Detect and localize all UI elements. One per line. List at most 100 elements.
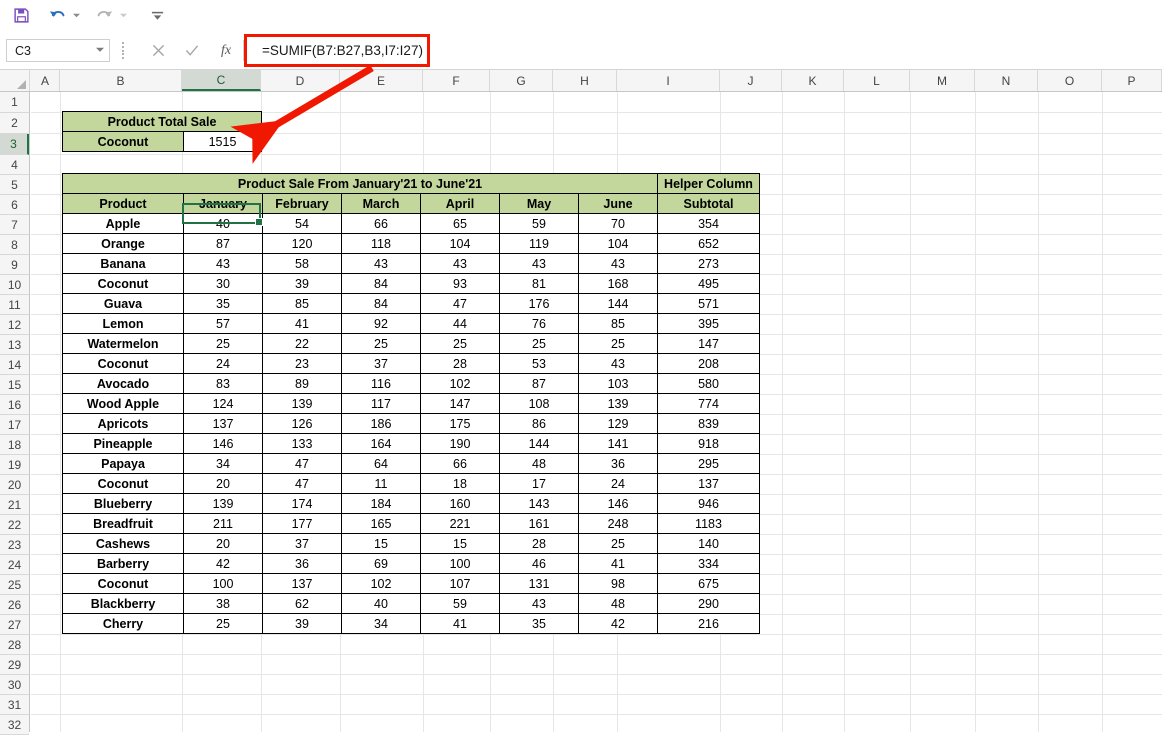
month-value-cell[interactable]: 137 <box>262 573 342 594</box>
month-value-cell[interactable]: 87 <box>499 373 579 394</box>
product-name-cell[interactable]: Coconut <box>62 573 184 594</box>
month-value-cell[interactable]: 139 <box>262 393 342 414</box>
month-value-cell[interactable]: 54 <box>262 213 342 234</box>
row-header-16[interactable]: 16 <box>0 395 29 415</box>
month-value-cell[interactable]: 43 <box>578 253 658 274</box>
row-header-4[interactable]: 4 <box>0 155 29 175</box>
row-header-28[interactable]: 28 <box>0 635 29 655</box>
month-value-cell[interactable]: 147 <box>420 393 500 414</box>
subtotal-cell[interactable]: 208 <box>657 353 760 374</box>
column-header-h[interactable]: H <box>553 70 617 91</box>
row-header-19[interactable]: 19 <box>0 455 29 475</box>
row-header-5[interactable]: 5 <box>0 175 29 195</box>
month-value-cell[interactable]: 25 <box>499 333 579 354</box>
month-value-cell[interactable]: 46 <box>499 553 579 574</box>
row-header-32[interactable]: 32 <box>0 715 29 735</box>
month-value-cell[interactable]: 40 <box>341 593 421 614</box>
month-value-cell[interactable]: 131 <box>499 573 579 594</box>
month-value-cell[interactable]: 15 <box>341 533 421 554</box>
month-value-cell[interactable]: 25 <box>578 333 658 354</box>
month-value-cell[interactable]: 38 <box>183 593 263 614</box>
product-name-cell[interactable]: Apple <box>62 213 184 234</box>
subtotal-cell[interactable]: 946 <box>657 493 760 514</box>
month-value-cell[interactable]: 42 <box>183 553 263 574</box>
product-name-cell[interactable]: Banana <box>62 253 184 274</box>
row-header-8[interactable]: 8 <box>0 235 29 255</box>
row-header-7[interactable]: 7 <box>0 215 29 235</box>
month-value-cell[interactable]: 25 <box>183 613 263 634</box>
insert-function-button[interactable]: fx <box>212 40 240 61</box>
column-header-c[interactable]: C <box>182 70 261 91</box>
month-value-cell[interactable]: 41 <box>262 313 342 334</box>
month-value-cell[interactable]: 141 <box>578 433 658 454</box>
summary-product-label[interactable]: Coconut <box>62 131 184 152</box>
column-header-n[interactable]: N <box>975 70 1038 91</box>
month-value-cell[interactable]: 84 <box>341 273 421 294</box>
product-name-cell[interactable]: Pineapple <box>62 433 184 454</box>
month-value-cell[interactable]: 176 <box>499 293 579 314</box>
subtotal-cell[interactable]: 495 <box>657 273 760 294</box>
month-value-cell[interactable]: 102 <box>420 373 500 394</box>
product-name-cell[interactable]: Cherry <box>62 613 184 634</box>
product-name-cell[interactable]: Coconut <box>62 473 184 494</box>
subtotal-cell[interactable]: 1183 <box>657 513 760 534</box>
undo-dropdown-caret[interactable] <box>70 3 83 29</box>
select-all-corner[interactable] <box>0 70 30 91</box>
subtotal-cell[interactable]: 354 <box>657 213 760 234</box>
month-value-cell[interactable]: 24 <box>578 473 658 494</box>
row-header-29[interactable]: 29 <box>0 655 29 675</box>
row-header-21[interactable]: 21 <box>0 495 29 515</box>
month-value-cell[interactable]: 139 <box>183 493 263 514</box>
product-name-cell[interactable]: Guava <box>62 293 184 314</box>
name-box[interactable]: C3 <box>6 39 110 62</box>
month-value-cell[interactable]: 139 <box>578 393 658 414</box>
month-value-cell[interactable]: 36 <box>262 553 342 574</box>
customize-quick-access-toolbar-button[interactable] <box>144 3 170 29</box>
month-value-cell[interactable]: 117 <box>341 393 421 414</box>
row-header-26[interactable]: 26 <box>0 595 29 615</box>
month-value-cell[interactable]: 59 <box>420 593 500 614</box>
column-header-a[interactable]: A <box>31 70 60 91</box>
month-value-cell[interactable]: 30 <box>183 273 263 294</box>
month-value-cell[interactable]: 25 <box>183 333 263 354</box>
row-header-10[interactable]: 10 <box>0 275 29 295</box>
month-value-cell[interactable]: 144 <box>578 293 658 314</box>
row-header-22[interactable]: 22 <box>0 515 29 535</box>
row-header-18[interactable]: 18 <box>0 435 29 455</box>
month-value-cell[interactable]: 62 <box>262 593 342 614</box>
column-header-f[interactable]: F <box>423 70 490 91</box>
month-value-cell[interactable]: 83 <box>183 373 263 394</box>
month-value-cell[interactable]: 40 <box>183 213 263 234</box>
subtotal-cell[interactable]: 216 <box>657 613 760 634</box>
row-header-1[interactable]: 1 <box>0 92 29 113</box>
month-value-cell[interactable]: 120 <box>262 233 342 254</box>
month-value-cell[interactable]: 160 <box>420 493 500 514</box>
month-value-cell[interactable]: 93 <box>420 273 500 294</box>
subtotal-cell[interactable]: 918 <box>657 433 760 454</box>
month-value-cell[interactable]: 34 <box>341 613 421 634</box>
month-value-cell[interactable]: 20 <box>183 473 263 494</box>
month-value-cell[interactable]: 25 <box>341 333 421 354</box>
subtotal-cell[interactable]: 140 <box>657 533 760 554</box>
formula-input[interactable]: =SUMIF(B7:B27,B3,I7:I27) <box>248 38 1153 63</box>
month-value-cell[interactable]: 43 <box>341 253 421 274</box>
month-value-cell[interactable]: 41 <box>578 553 658 574</box>
month-value-cell[interactable]: 84 <box>341 293 421 314</box>
month-value-cell[interactable]: 146 <box>578 493 658 514</box>
row-header-12[interactable]: 12 <box>0 315 29 335</box>
month-value-cell[interactable]: 18 <box>420 473 500 494</box>
product-name-cell[interactable]: Blueberry <box>62 493 184 514</box>
subtotal-cell[interactable]: 334 <box>657 553 760 574</box>
column-header-g[interactable]: G <box>490 70 553 91</box>
row-header-14[interactable]: 14 <box>0 355 29 375</box>
month-value-cell[interactable]: 92 <box>341 313 421 334</box>
month-value-cell[interactable]: 43 <box>578 353 658 374</box>
spreadsheet-grid[interactable]: ABCDEFGHIJKLMNOP 1 2 3 4 5 6 7 8 9 10 11 12 13 14 15 16… <box>0 70 1162 735</box>
summary-total-value[interactable]: 1515 <box>183 131 262 152</box>
row-header-24[interactable]: 24 <box>0 555 29 575</box>
month-value-cell[interactable]: 108 <box>499 393 579 414</box>
column-header-d[interactable]: D <box>261 70 340 91</box>
month-value-cell[interactable]: 221 <box>420 513 500 534</box>
month-value-cell[interactable]: 69 <box>341 553 421 574</box>
month-value-cell[interactable]: 124 <box>183 393 263 414</box>
